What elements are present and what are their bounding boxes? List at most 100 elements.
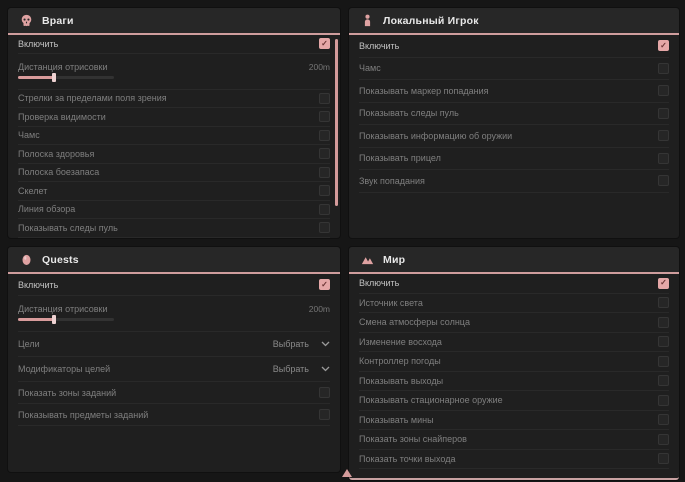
checkbox[interactable] bbox=[319, 148, 330, 159]
setting-label: Показывать следы пуль bbox=[18, 223, 118, 233]
slider-value: 200m bbox=[309, 304, 330, 314]
checkbox[interactable] bbox=[319, 167, 330, 178]
setting-label: Включить bbox=[359, 41, 399, 51]
panel-world: Мир Включить Источник света Смена атмосфер… bbox=[349, 247, 679, 480]
panel-body: Включить Источник света Смена атмосферы со… bbox=[349, 274, 679, 469]
checkbox[interactable] bbox=[319, 204, 330, 215]
checkbox[interactable] bbox=[658, 85, 669, 96]
checkbox[interactable] bbox=[319, 130, 330, 141]
setting-label: Контроллер погоды bbox=[359, 356, 441, 366]
checkbox[interactable] bbox=[658, 375, 669, 386]
chevron-down-icon bbox=[321, 341, 330, 347]
setting-label: Показать точки выхода bbox=[359, 454, 455, 464]
checkbox[interactable] bbox=[658, 414, 669, 425]
setting-label: Показывать стационарное оружие bbox=[359, 395, 503, 405]
panel-title: Локальный Игрок bbox=[383, 15, 479, 27]
setting-label: Показывать прицел bbox=[359, 153, 441, 163]
setting-row: Линия обзора bbox=[18, 201, 330, 220]
setting-row: Показывать выходы bbox=[359, 372, 669, 392]
setting-label: Модификаторы целей bbox=[18, 364, 110, 374]
setting-label: Показывать выходы bbox=[359, 376, 443, 386]
setting-label: Включить bbox=[359, 278, 399, 288]
panel-body: Включить ЧамсПоказывать маркер попадания П… bbox=[349, 35, 679, 193]
checkbox[interactable] bbox=[658, 317, 669, 328]
setting-row: Источник света bbox=[359, 294, 669, 314]
checkbox[interactable] bbox=[658, 297, 669, 308]
setting-label: Изменение восхода bbox=[359, 337, 442, 347]
chevron-down-icon bbox=[321, 366, 330, 372]
setting-label: Смена атмосферы солнца bbox=[359, 317, 470, 327]
checkbox[interactable] bbox=[658, 395, 669, 406]
setting-row: Показывать мины bbox=[359, 411, 669, 431]
checkbox[interactable] bbox=[658, 108, 669, 119]
dropdown-value: Выбрать bbox=[273, 364, 309, 374]
scrollbar[interactable] bbox=[335, 39, 338, 206]
dropdown[interactable]: Выбрать bbox=[273, 364, 330, 374]
checkbox[interactable] bbox=[319, 38, 330, 49]
setting-row: Чамс bbox=[359, 58, 669, 81]
corner-triangle-indicator bbox=[342, 469, 352, 477]
setting-row: Включить bbox=[18, 274, 330, 296]
checkbox[interactable] bbox=[658, 356, 669, 367]
setting-row: Показывать предметы заданий bbox=[18, 404, 330, 426]
setting-label: Источник света bbox=[359, 298, 423, 308]
dropdown[interactable]: Выбрать bbox=[273, 339, 330, 349]
checkbox[interactable] bbox=[658, 278, 669, 289]
panel-header: Quests bbox=[8, 247, 340, 274]
setting-row: Дистанция отрисовки200m bbox=[18, 54, 330, 90]
setting-row: Стрелки за пределами поля зрения bbox=[18, 90, 330, 109]
checkbox[interactable] bbox=[658, 153, 669, 164]
checkbox[interactable] bbox=[319, 387, 330, 398]
slider[interactable] bbox=[18, 318, 114, 321]
setting-row: Показывать следы пуль bbox=[18, 219, 330, 238]
setting-row: Звук попадания bbox=[359, 170, 669, 193]
setting-row: Показывать информацию об оружии bbox=[359, 125, 669, 148]
setting-label: Показать зоны снайперов bbox=[359, 434, 467, 444]
panel-title: Мир bbox=[383, 254, 405, 266]
checkbox[interactable] bbox=[658, 336, 669, 347]
panel-title: Враги bbox=[42, 15, 74, 27]
setting-row: Показывать стационарное оружие bbox=[359, 391, 669, 411]
checkbox[interactable] bbox=[319, 93, 330, 104]
slider-fill bbox=[18, 318, 54, 321]
setting-row: Модификаторы целей Выбрать bbox=[18, 357, 330, 382]
setting-row: Полоска здоровья bbox=[18, 145, 330, 164]
checkbox[interactable] bbox=[319, 111, 330, 122]
slider-value: 200m bbox=[309, 62, 330, 72]
checkbox[interactable] bbox=[658, 453, 669, 464]
setting-row: Показать точки выхода bbox=[359, 450, 669, 470]
setting-label: Включить bbox=[18, 280, 58, 290]
checkbox[interactable] bbox=[658, 175, 669, 186]
checkbox[interactable] bbox=[319, 279, 330, 290]
panel-header: Локальный Игрок bbox=[349, 8, 679, 35]
slider-thumb[interactable] bbox=[52, 73, 56, 82]
panel-enemies: Враги ВключитьДистанция отрисовки200mСтр… bbox=[8, 8, 340, 238]
setting-label: Цели bbox=[18, 339, 40, 349]
setting-row: Чамс bbox=[18, 127, 330, 146]
setting-label: Линия обзора bbox=[18, 204, 75, 214]
checkbox[interactable] bbox=[658, 434, 669, 445]
setting-row: Проверка видимости bbox=[18, 108, 330, 127]
checkbox[interactable] bbox=[658, 63, 669, 74]
checkbox[interactable] bbox=[658, 130, 669, 141]
slider-thumb[interactable] bbox=[52, 315, 56, 324]
setting-row: Показать зоны заданий bbox=[18, 382, 330, 404]
setting-label: Чамс bbox=[18, 130, 40, 140]
setting-label: Показывать мины bbox=[359, 415, 434, 425]
slider[interactable] bbox=[18, 76, 114, 79]
setting-row: Дистанция отрисовки200m bbox=[18, 296, 330, 332]
panel-body: Включить Дистанция отрисовки200m Цели Выбра… bbox=[8, 274, 340, 426]
setting-label: Показывать информацию об оружии bbox=[359, 131, 512, 141]
checkbox[interactable] bbox=[319, 409, 330, 420]
setting-row: Показывать прицел bbox=[359, 148, 669, 171]
setting-label: Проверка видимости bbox=[18, 112, 106, 122]
setting-label: Скелет bbox=[18, 186, 47, 196]
setting-row: Показывать маркер попадания bbox=[359, 80, 669, 103]
setting-label: Звук попадания bbox=[359, 176, 425, 186]
checkbox[interactable] bbox=[658, 40, 669, 51]
checkbox[interactable] bbox=[319, 185, 330, 196]
setting-row: Включить bbox=[359, 35, 669, 58]
panel-body: ВключитьДистанция отрисовки200mСтрелки з… bbox=[8, 35, 340, 238]
checkbox[interactable] bbox=[319, 222, 330, 233]
setting-row: Изменение восхода bbox=[359, 333, 669, 353]
